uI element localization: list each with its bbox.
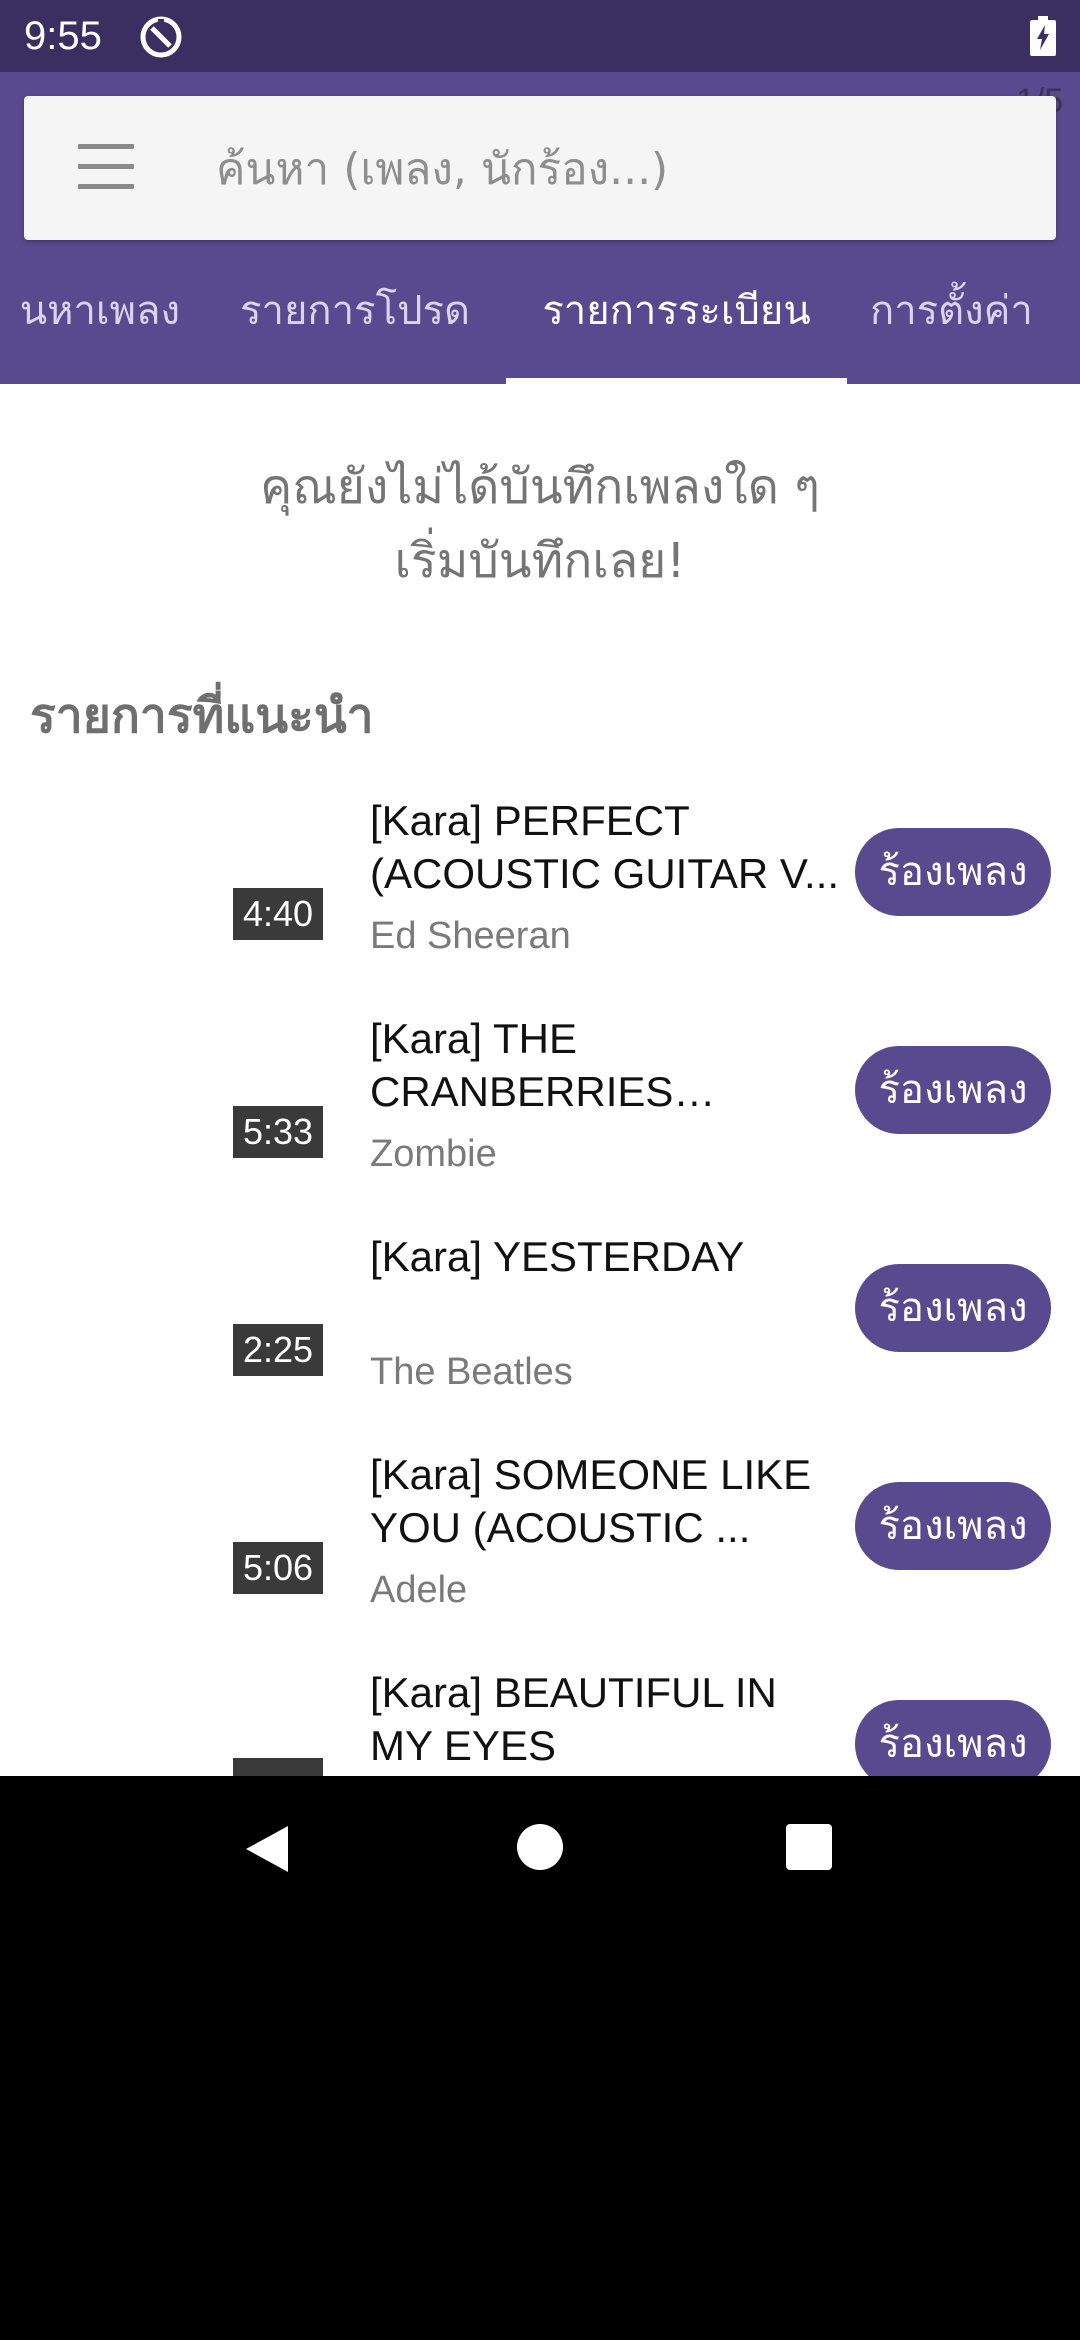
tab-favorites[interactable]: รายการโปรด bbox=[220, 240, 490, 384]
app-bar: 1/5 นหาเพลง รายการโปรด รายการระเบียน การ… bbox=[0, 72, 1080, 384]
back-icon[interactable] bbox=[244, 1824, 290, 1874]
duration-badge: 4:40 bbox=[233, 888, 323, 940]
tab-label: การตั้งค่า bbox=[870, 288, 1033, 334]
tab-bar: นหาเพลง รายการโปรด รายการระเบียน การตั้ง… bbox=[0, 240, 1080, 384]
sing-button[interactable]: ร้องเพลง bbox=[855, 1264, 1051, 1352]
song-artist: Zombie bbox=[370, 1133, 497, 1175]
empty-message-line1: คุณยังไม่ได้บันทึกเพลงใด ๆ bbox=[260, 459, 820, 515]
system-nav-bar bbox=[0, 1776, 1080, 1916]
song-list-item[interactable]: [Kara] BEAUTIFUL IN MY EYES ร้องเพลง bbox=[0, 1658, 1080, 1776]
song-list-item[interactable]: 4:40 [Kara] PERFECT (ACOUSTIC GUITAR V..… bbox=[0, 786, 1080, 1004]
recents-icon[interactable] bbox=[786, 1824, 832, 1870]
song-list-item[interactable]: 2:25 [Kara] YESTERDAY The Beatles ร้องเพ… bbox=[0, 1222, 1080, 1440]
song-artist: The Beatles bbox=[370, 1351, 573, 1393]
song-list-item[interactable]: 5:33 [Kara] THE CRANBERRIES (ACOU... Zom… bbox=[0, 1004, 1080, 1222]
empty-message-line2: เริ่มบันทึกเลย! bbox=[394, 533, 686, 589]
tab-label: รายการระเบียน bbox=[542, 288, 811, 334]
sing-button[interactable]: ร้องเพลง bbox=[855, 1482, 1051, 1570]
tab-search-songs[interactable]: นหาเพลง bbox=[0, 240, 180, 384]
song-title: [Kara] PERFECT (ACOUSTIC GUITAR V... bbox=[370, 797, 840, 897]
song-title: [Kara] YESTERDAY bbox=[370, 1233, 745, 1280]
duration-badge: 2:25 bbox=[233, 1324, 323, 1376]
screen: 9:55 1/5 นหาเพลง รายการโปรด bbox=[0, 0, 1080, 2340]
song-title: [Kara] SOMEONE LIKE YOU (ACOUSTIC ... bbox=[370, 1451, 812, 1551]
tab-recordings[interactable]: รายการระเบียน bbox=[506, 240, 847, 384]
search-input[interactable] bbox=[216, 134, 1016, 204]
status-bar: 9:55 bbox=[0, 0, 1080, 72]
home-icon[interactable] bbox=[517, 1824, 563, 1870]
song-list-item[interactable]: 5:06 [Kara] SOMEONE LIKE YOU (ACOUSTIC .… bbox=[0, 1440, 1080, 1658]
tab-label: รายการโปรด bbox=[240, 288, 470, 334]
tab-settings[interactable]: การตั้งค่า bbox=[870, 240, 1080, 384]
sing-button[interactable]: ร้องเพลง bbox=[855, 828, 1051, 916]
search-box[interactable] bbox=[24, 96, 1056, 240]
duration-badge bbox=[233, 1758, 323, 1776]
song-title: [Kara] BEAUTIFUL IN MY EYES bbox=[370, 1669, 777, 1769]
recordings-content[interactable]: คุณยังไม่ได้บันทึกเพลงใด ๆ เริ่มบันทึกเล… bbox=[0, 384, 1080, 1776]
sync-icon bbox=[140, 16, 182, 58]
duration-badge: 5:06 bbox=[233, 1542, 323, 1594]
sing-button[interactable]: ร้องเพลง bbox=[855, 1046, 1051, 1134]
status-time: 9:55 bbox=[24, 14, 102, 58]
sing-button[interactable]: ร้องเพลง bbox=[855, 1700, 1051, 1776]
song-artist: Adele bbox=[370, 1569, 468, 1611]
song-title: [Kara] THE CRANBERRIES (ACOU... bbox=[370, 1015, 674, 1115]
menu-icon[interactable] bbox=[78, 144, 134, 190]
duration-badge: 5:33 bbox=[233, 1106, 323, 1158]
empty-state-message: คุณยังไม่ได้บันทึกเพลงใด ๆ เริ่มบันทึกเล… bbox=[0, 450, 1080, 598]
tab-label: นหาเพลง bbox=[19, 288, 180, 334]
song-artist: Ed Sheeran bbox=[370, 915, 571, 957]
section-title-recommended: รายการที่แนะนำ bbox=[30, 688, 374, 744]
battery-charging-icon bbox=[1030, 16, 1056, 56]
